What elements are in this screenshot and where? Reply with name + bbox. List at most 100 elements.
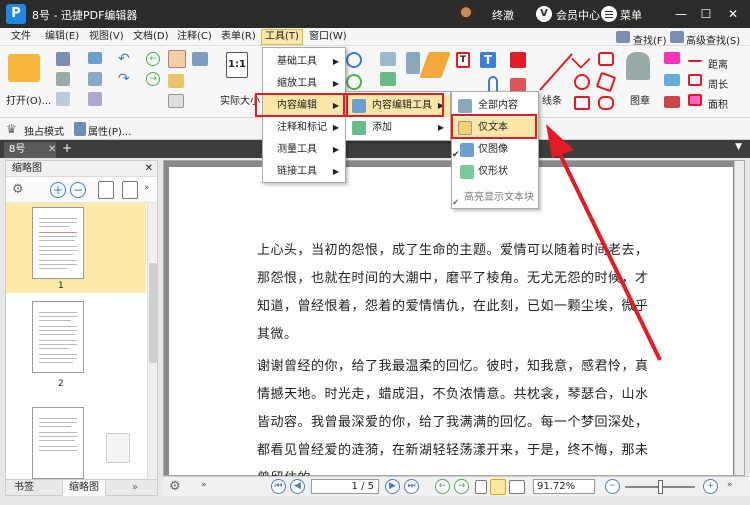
menu-comment[interactable]: 注释(C) — [174, 30, 215, 44]
menu-view[interactable]: 视图(V) — [86, 30, 127, 44]
polygon-icon[interactable] — [598, 52, 614, 66]
menu-item-zoom-tools[interactable]: 缩放工具 ▶ — [263, 73, 345, 95]
find-icon[interactable] — [616, 31, 630, 43]
add-tab-icon[interactable]: + — [62, 141, 72, 155]
paragraph-text[interactable]: 谢谢曾经的你，给了我最温柔的回忆。彼时，知我意，感君怜，真情撼天地。时光走，蜡成… — [257, 353, 657, 493]
zoom-in-status-icon[interactable]: + — [703, 479, 718, 494]
page-thumbnail[interactable] — [32, 407, 84, 479]
tab-thumbnails[interactable]: 缩略图 — [62, 480, 106, 496]
menu-item-add[interactable]: 添加 ▶ — [346, 117, 450, 139]
note-icon[interactable] — [510, 52, 526, 68]
perimeter-button[interactable]: 周长 — [708, 76, 728, 91]
new-icon[interactable] — [56, 92, 70, 106]
area-icon[interactable] — [688, 94, 702, 106]
page-thumbnail[interactable] — [32, 301, 84, 373]
perimeter-icon[interactable] — [688, 74, 702, 86]
forward-icon[interactable]: → — [146, 72, 160, 86]
distance-icon[interactable] — [688, 54, 702, 62]
back-icon[interactable]: ← — [146, 52, 160, 66]
advanced-find-button[interactable]: 高级查找(S) — [686, 32, 740, 47]
menu-window[interactable]: 窗口(W) — [306, 30, 350, 44]
thumbnail-scrollbar[interactable] — [147, 203, 157, 479]
undo-icon[interactable]: ↶ — [118, 52, 132, 66]
tab-bookmarks[interactable]: 书签 — [8, 480, 40, 496]
actual-size-button[interactable]: 实际大小 — [220, 92, 260, 107]
next-page-icon[interactable]: ▶ — [385, 479, 400, 494]
line-tool-icon[interactable] — [536, 50, 576, 94]
pencil-icon[interactable] — [419, 52, 451, 78]
redact-icon[interactable] — [664, 96, 680, 108]
document-scrollbar[interactable] — [734, 161, 744, 475]
pentagon-icon[interactable] — [595, 71, 617, 93]
page-thumbnail[interactable] — [32, 207, 84, 279]
close-button[interactable]: ✕ — [724, 5, 742, 23]
close-panel-icon[interactable]: ✕ — [145, 161, 153, 177]
save-icon[interactable] — [56, 52, 70, 66]
email-icon[interactable] — [88, 52, 102, 64]
panel-tab-more-icon[interactable]: » — [126, 480, 144, 496]
open-button[interactable]: 打开(O)... — [6, 92, 51, 107]
history-back-icon[interactable]: ← — [435, 479, 450, 494]
ellipse-icon[interactable] — [574, 74, 590, 90]
thumbnail-item[interactable]: 1 — [6, 203, 146, 293]
status-settings-icon[interactable]: ⚙ — [169, 480, 183, 494]
properties-button[interactable]: 属性(P)... — [88, 123, 131, 138]
zoom-out-thumbnail-icon[interactable]: − — [70, 182, 86, 198]
tab-list-icon[interactable]: ▼ — [735, 142, 742, 152]
rotate-icon[interactable] — [346, 74, 362, 90]
menu-form[interactable]: 表单(R) — [218, 30, 259, 44]
rectangle-icon[interactable] — [574, 96, 590, 110]
prev-page-icon[interactable]: ◀ — [290, 479, 305, 494]
textbox-icon[interactable]: T — [456, 52, 470, 68]
rotate-left-icon[interactable] — [98, 181, 114, 199]
status-more-icon[interactable]: » — [201, 480, 211, 494]
user-avatar[interactable] — [457, 5, 475, 23]
stamp-icon[interactable] — [626, 52, 650, 80]
select-text-icon[interactable] — [168, 74, 184, 88]
menu-item-highlight-text-blocks[interactable]: ✔ 高亮显示文本块 — [452, 187, 538, 209]
edit-image-icon[interactable] — [380, 52, 396, 66]
zoom-in-thumbnail-icon[interactable]: + — [50, 182, 66, 198]
thumbnail-item[interactable] — [6, 403, 146, 479]
zoom-in-icon[interactable] — [346, 52, 362, 68]
close-tab-icon[interactable]: ✕ — [48, 142, 56, 158]
thumbnail-item[interactable]: 2 — [6, 299, 146, 399]
cloud-shape-icon[interactable] — [598, 96, 614, 110]
open-folder-icon[interactable] — [8, 54, 40, 82]
settings-gear-icon[interactable]: ⚙ — [12, 183, 26, 197]
member-center-button[interactable]: 会员中心 — [556, 7, 600, 23]
add-text-icon[interactable] — [380, 72, 396, 86]
hand-tool-icon[interactable] — [168, 50, 186, 68]
area-button[interactable]: 面积 — [708, 96, 728, 111]
menu-item-annotations[interactable]: 注释和标记 ▶ — [263, 117, 345, 139]
snapshot-icon[interactable] — [192, 52, 208, 66]
page-number-input[interactable]: 1 / 5 — [311, 479, 379, 494]
last-page-icon[interactable]: ⏭ — [404, 479, 419, 494]
status-more-right-icon[interactable]: » — [727, 480, 737, 494]
minimize-button[interactable]: — — [672, 5, 690, 23]
advanced-find-icon[interactable] — [670, 31, 684, 43]
main-menu-button[interactable]: 菜单 — [620, 7, 642, 23]
typewriter-icon[interactable]: T — [480, 52, 496, 68]
more-options-icon[interactable]: » — [144, 183, 154, 197]
single-page-icon[interactable] — [475, 480, 487, 494]
continuous-page-icon[interactable] — [490, 479, 506, 495]
menu-item-image-only[interactable]: ✔ 仅图像 — [452, 139, 538, 161]
rotate-right-icon[interactable] — [122, 181, 138, 199]
history-forward-icon[interactable]: → — [454, 479, 469, 494]
scan-icon[interactable] — [88, 72, 102, 86]
eraser-icon[interactable] — [664, 52, 680, 64]
first-page-icon[interactable]: ⏮ — [271, 479, 286, 494]
pdf-page[interactable]: 上心头，当初的怨恨，成了生命的主题。爱情可以随着时间老去，那怨恨，也就在时间的大… — [169, 167, 733, 486]
exclusive-mode-button[interactable]: 独占模式 — [24, 123, 64, 138]
vip-icon[interactable]: V — [536, 6, 552, 22]
paragraph-text[interactable]: 上心头，当初的怨恨，成了生命的主题。爱情可以随着时间老去，那怨恨，也就在时间的大… — [257, 237, 657, 349]
actual-size-icon[interactable]: 1:1 — [226, 52, 248, 78]
find-button[interactable]: 查找(F) — [633, 32, 667, 47]
maximize-button[interactable]: ☐ — [697, 5, 715, 23]
menu-tools[interactable]: 工具(T) — [261, 29, 303, 45]
eraser2-icon[interactable] — [664, 74, 680, 86]
redo-icon[interactable]: ↷ — [118, 72, 132, 86]
menu-item-link-tools[interactable]: 链接工具 ▶ — [263, 161, 345, 183]
menu-item-basic-tools[interactable]: 基础工具 ▶ — [263, 51, 345, 73]
